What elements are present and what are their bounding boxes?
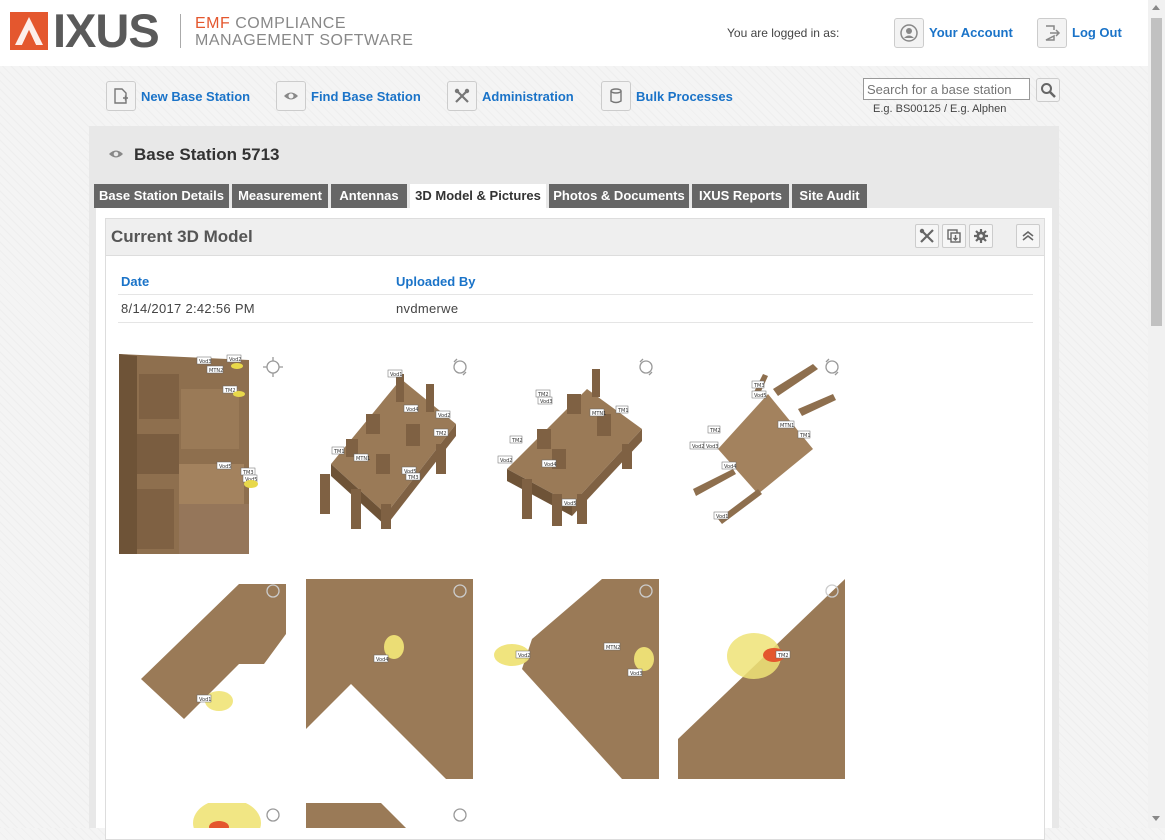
panel-title: Current 3D Model xyxy=(111,227,253,246)
antenna-label: TM2 xyxy=(511,438,523,444)
tagline-line1: COMPLIANCE xyxy=(235,15,347,32)
your-account-link[interactable]: Your Account xyxy=(929,25,1013,40)
antenna-label: TM2 xyxy=(537,392,549,398)
antenna-label: Vod4 xyxy=(544,462,556,468)
tab-measurement[interactable]: Measurement xyxy=(232,184,328,208)
scroll-up-icon[interactable] xyxy=(1152,5,1160,10)
model-view-thumbnail[interactable]: TM2 xyxy=(678,579,845,779)
ixus-logo-icon xyxy=(10,12,48,50)
model-view-thumbnail[interactable]: Vod2 MTN2 Vod3 xyxy=(492,579,659,779)
tab-antennas[interactable]: Antennas xyxy=(331,184,407,208)
brand-tagline: EMF COMPLIANCE MANAGEMENT SOFTWARE xyxy=(195,15,413,49)
antenna-label: TM2 xyxy=(777,653,789,659)
column-uploaded-by: Uploaded By xyxy=(396,274,476,289)
collapse-icon[interactable] xyxy=(1016,224,1040,248)
uploader: nvdmerwe xyxy=(396,301,459,316)
antenna-label: TM2 xyxy=(709,428,721,434)
antenna-label: Vod2 xyxy=(229,357,241,363)
user-icon[interactable] xyxy=(894,18,924,48)
column-date: Date xyxy=(121,274,150,289)
tab-photos-documents[interactable]: Photos & Documents xyxy=(549,184,689,208)
top-bar: IXUS EMF COMPLIANCE MANAGEMENT SOFTWARE … xyxy=(0,0,1165,66)
antenna-label: Vod4 xyxy=(376,657,388,663)
logged-in-text: You are logged in as: xyxy=(727,26,840,40)
antenna-label: Vod2 xyxy=(438,413,450,419)
model-view-thumbnail[interactable]: Vod1 xyxy=(119,579,286,779)
tab-base-station-details[interactable]: Base Station Details xyxy=(94,184,229,208)
antenna-label: Vod3 xyxy=(540,399,552,405)
model-view-thumbnail[interactable] xyxy=(306,803,473,828)
new-document-icon xyxy=(106,81,136,111)
table-divider xyxy=(118,322,1033,323)
antenna-label: TM1 xyxy=(333,449,345,455)
model-view-thumbnail[interactable]: Vod4 xyxy=(306,579,473,779)
antenna-label: TM1 xyxy=(799,433,811,439)
search-icon[interactable] xyxy=(1036,78,1060,102)
antenna-label: MTN1 xyxy=(780,423,794,429)
antenna-label: Vod5 xyxy=(754,393,766,399)
antenna-label: TM2 xyxy=(435,431,447,437)
antenna-label: Vod4 xyxy=(724,464,736,470)
tools-icon[interactable] xyxy=(915,224,939,248)
panel-header: Current 3D Model xyxy=(106,219,1044,256)
antenna-label: TM1 xyxy=(617,408,629,414)
page-title: Base Station 5713 xyxy=(134,145,280,164)
antenna-label: MTN2 xyxy=(209,368,223,374)
antenna-label: Vod1 xyxy=(390,372,402,378)
tab-ixus-reports[interactable]: IXUS Reports xyxy=(692,184,789,208)
antenna-label: Vod2 xyxy=(500,458,512,464)
nav-label[interactable]: New Base Station xyxy=(141,89,250,104)
antenna-label: MTN1 xyxy=(592,411,606,417)
antenna-label: MTN1 xyxy=(356,456,370,462)
antenna-label: Vod3 xyxy=(630,671,642,677)
model-view-thumbnail[interactable]: Vod1 Vod4 Vod2 TM2 MTN1 TM1 Vod5 TM3 xyxy=(306,354,473,554)
antenna-label: TM3 xyxy=(407,475,419,481)
antenna-label: TM3 xyxy=(242,470,254,476)
database-icon xyxy=(601,81,631,111)
scrollbar-thumb[interactable] xyxy=(1151,18,1162,326)
model-view-thumbnail[interactable]: TM2 Vod3 MTN1 TM1 TM2 Vod2 Vod4 Vod5 xyxy=(492,354,659,554)
logout-link[interactable]: Log Out xyxy=(1072,25,1122,40)
eye-icon xyxy=(276,81,306,111)
gear-icon[interactable] xyxy=(969,224,993,248)
brand-name: IXUS xyxy=(53,4,160,57)
antenna-label: Vod1 xyxy=(716,514,728,520)
nav-label[interactable]: Find Base Station xyxy=(311,89,421,104)
nav-label[interactable]: Administration xyxy=(482,89,574,104)
eye-icon xyxy=(109,150,123,158)
antenna-label: Vod4 xyxy=(406,407,418,413)
tab-site-audit[interactable]: Site Audit xyxy=(792,184,867,208)
tagline-line2: MANAGEMENT SOFTWARE xyxy=(195,32,414,49)
antenna-label: Vod1 xyxy=(199,697,211,703)
antenna-label: Vod5 xyxy=(219,464,231,470)
antenna-label: MTN2 xyxy=(606,645,620,651)
base-station-search-input[interactable] xyxy=(863,78,1030,100)
scroll-down-icon[interactable] xyxy=(1152,816,1160,821)
antenna-label: Vod3 xyxy=(706,444,718,450)
search-hint: E.g. BS00125 / E.g. Alphen xyxy=(873,103,1007,115)
nav-label[interactable]: Bulk Processes xyxy=(636,89,733,104)
table-divider xyxy=(118,294,1033,295)
antenna-label: Vod3 xyxy=(199,359,211,365)
antenna-label: Vod2 xyxy=(518,653,530,659)
antenna-label: Vod5 xyxy=(564,501,576,507)
model-view-thumbnail[interactable]: TM3 Vod5 MTN1 TM1 TM2 Vod2 Vod3 Vod4 Vod… xyxy=(678,354,845,554)
model-view-thumbnail[interactable]: Vod3 Vod2 MTN2 TM2 Vod5 TM3 Vod5 xyxy=(119,354,286,554)
logo-divider xyxy=(180,14,181,48)
logout-icon[interactable] xyxy=(1037,18,1067,48)
tools-icon xyxy=(447,81,477,111)
upload-date: 8/14/2017 2:42:56 PM xyxy=(121,301,255,316)
antenna-label: Vod2 xyxy=(692,444,704,450)
model-view-thumbnail[interactable] xyxy=(119,803,286,828)
tab-3d-model-pictures[interactable]: 3D Model & Pictures xyxy=(410,184,546,208)
tagline-accent: EMF xyxy=(195,15,231,32)
download-icon[interactable] xyxy=(942,224,966,248)
antenna-label: TM3 xyxy=(753,383,765,389)
